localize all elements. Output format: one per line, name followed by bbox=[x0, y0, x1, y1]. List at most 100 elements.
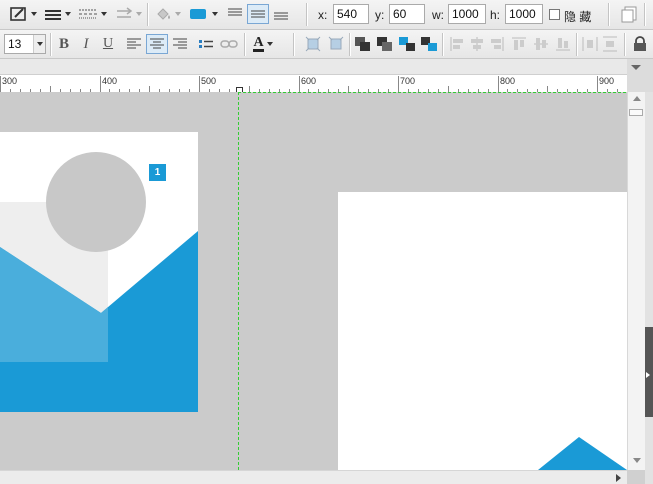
font-color-button[interactable]: A bbox=[248, 34, 278, 54]
send-backward-button[interactable] bbox=[396, 34, 418, 54]
vertical-scroll-thumb[interactable] bbox=[629, 109, 643, 116]
ruler-label: 900 bbox=[599, 76, 615, 86]
scroll-right-icon[interactable] bbox=[616, 474, 621, 482]
align-objects-left-button[interactable] bbox=[446, 34, 468, 54]
italic-button[interactable]: I bbox=[77, 34, 95, 54]
underline-button[interactable]: U bbox=[99, 34, 117, 54]
align-center-icon bbox=[150, 38, 164, 49]
align-left-icon bbox=[127, 38, 141, 49]
align-objects-bottom-icon bbox=[556, 38, 570, 51]
ruler-tick bbox=[100, 76, 101, 93]
bring-front-button[interactable] bbox=[352, 34, 374, 54]
scroll-up-icon[interactable] bbox=[633, 96, 641, 101]
page-copy-button[interactable] bbox=[618, 4, 640, 24]
shadow-button[interactable] bbox=[186, 4, 220, 24]
ruler-corner bbox=[627, 59, 653, 92]
ruler-scale: 300 400 500 600 700 800 900 bbox=[0, 74, 627, 93]
align-objects-center-icon bbox=[471, 37, 483, 51]
bring-forward-icon bbox=[377, 37, 392, 51]
fit-height-button[interactable] bbox=[325, 34, 347, 54]
h-label: h: bbox=[490, 8, 501, 22]
align-right-icon bbox=[173, 38, 187, 49]
link-button[interactable] bbox=[218, 34, 240, 54]
ruler-tick bbox=[199, 76, 200, 93]
ruler-label: 700 bbox=[400, 76, 416, 86]
horizontal-scrollbar[interactable] bbox=[0, 470, 627, 484]
align-center-button[interactable] bbox=[146, 34, 168, 54]
align-objects-middle-button[interactable] bbox=[530, 34, 552, 54]
edit-style-button[interactable] bbox=[6, 4, 40, 24]
line-weight-button[interactable] bbox=[42, 4, 72, 24]
distribute-horizontal-button[interactable] bbox=[580, 34, 600, 54]
lock-button[interactable] bbox=[630, 34, 650, 54]
bullet-list-icon bbox=[199, 40, 213, 48]
font-size-value: 13 bbox=[8, 37, 22, 51]
top-toolbar: x: 540 y: 60 w: 1000 h: 1000 隐 藏 bbox=[0, 0, 653, 30]
align-middle-text-icon bbox=[251, 10, 265, 18]
distribute-vertical-button[interactable] bbox=[600, 34, 620, 54]
distribute-horizontal-icon bbox=[582, 37, 598, 51]
align-top-text-icon bbox=[228, 8, 242, 16]
align-left-button[interactable] bbox=[123, 34, 145, 54]
scroll-down-icon[interactable] bbox=[633, 458, 641, 463]
align-objects-top-icon bbox=[512, 37, 526, 50]
ruler-label: 800 bbox=[500, 76, 516, 86]
edit-style-icon bbox=[9, 7, 26, 21]
w-label: w: bbox=[432, 8, 444, 22]
align-objects-bottom-button[interactable] bbox=[552, 34, 574, 54]
fill-color-button[interactable] bbox=[151, 4, 183, 24]
ruler-label: 500 bbox=[201, 76, 217, 86]
bullet-list-button[interactable] bbox=[195, 34, 217, 54]
align-objects-middle-icon bbox=[534, 38, 548, 50]
align-objects-left-icon bbox=[450, 37, 463, 51]
text-align-bottom-button[interactable] bbox=[270, 4, 292, 24]
send-back-button[interactable] bbox=[418, 34, 440, 54]
text-align-middle-button[interactable] bbox=[247, 4, 269, 24]
hidden-label: 隐 藏 bbox=[564, 10, 592, 24]
fit-width-button[interactable] bbox=[302, 34, 324, 54]
arrow-style-button[interactable] bbox=[112, 4, 144, 24]
line-pattern-button[interactable] bbox=[76, 4, 108, 24]
ruler-tick bbox=[299, 76, 300, 93]
distribute-vertical-icon bbox=[603, 36, 617, 52]
ruler-tick bbox=[0, 76, 1, 93]
lock-icon bbox=[634, 36, 646, 51]
footnote-badge[interactable]: 1 bbox=[149, 164, 166, 181]
send-back-icon bbox=[421, 37, 437, 51]
y-field[interactable]: 60 bbox=[389, 4, 425, 24]
w-field[interactable]: 1000 bbox=[448, 4, 486, 24]
ruler-label: 400 bbox=[102, 76, 118, 86]
x-label: x: bbox=[318, 8, 328, 22]
align-objects-center-button[interactable] bbox=[466, 34, 488, 54]
white-panel[interactable] bbox=[338, 192, 627, 470]
line-pattern-icon bbox=[78, 9, 97, 19]
hidden-checkbox[interactable] bbox=[547, 4, 561, 24]
font-color-icon: A bbox=[253, 35, 264, 52]
x-field[interactable]: 540 bbox=[333, 4, 369, 24]
arrow-style-icon bbox=[116, 7, 132, 18]
shadow-icon bbox=[189, 9, 206, 19]
align-right-button[interactable] bbox=[169, 34, 191, 54]
bring-front-icon bbox=[355, 37, 370, 51]
image-placeholder[interactable] bbox=[0, 132, 198, 412]
ruler-tick bbox=[498, 76, 499, 93]
design-canvas[interactable]: 1 bbox=[0, 92, 627, 470]
align-objects-top-button[interactable] bbox=[508, 34, 530, 54]
font-size-select[interactable]: 13 bbox=[4, 34, 46, 54]
align-objects-right-icon bbox=[491, 37, 504, 51]
link-icon bbox=[220, 40, 238, 48]
line-weight-icon bbox=[44, 10, 61, 20]
horizontal-ruler: 300 400 500 600 700 800 900 bbox=[0, 59, 653, 94]
text-toolbar: 13 B I U A bbox=[0, 30, 653, 59]
ruler-label: 300 bbox=[2, 76, 18, 86]
align-objects-right-button[interactable] bbox=[486, 34, 508, 54]
vertical-scrollbar[interactable] bbox=[627, 92, 645, 470]
h-field[interactable]: 1000 bbox=[505, 4, 543, 24]
y-label: y: bbox=[375, 8, 385, 22]
text-align-top-button[interactable] bbox=[224, 4, 246, 24]
bring-forward-button[interactable] bbox=[374, 34, 396, 54]
ruler-tick bbox=[597, 76, 598, 93]
side-panel-edge bbox=[645, 92, 653, 484]
bold-button[interactable]: B bbox=[55, 34, 73, 54]
ruler-tick bbox=[398, 76, 399, 93]
